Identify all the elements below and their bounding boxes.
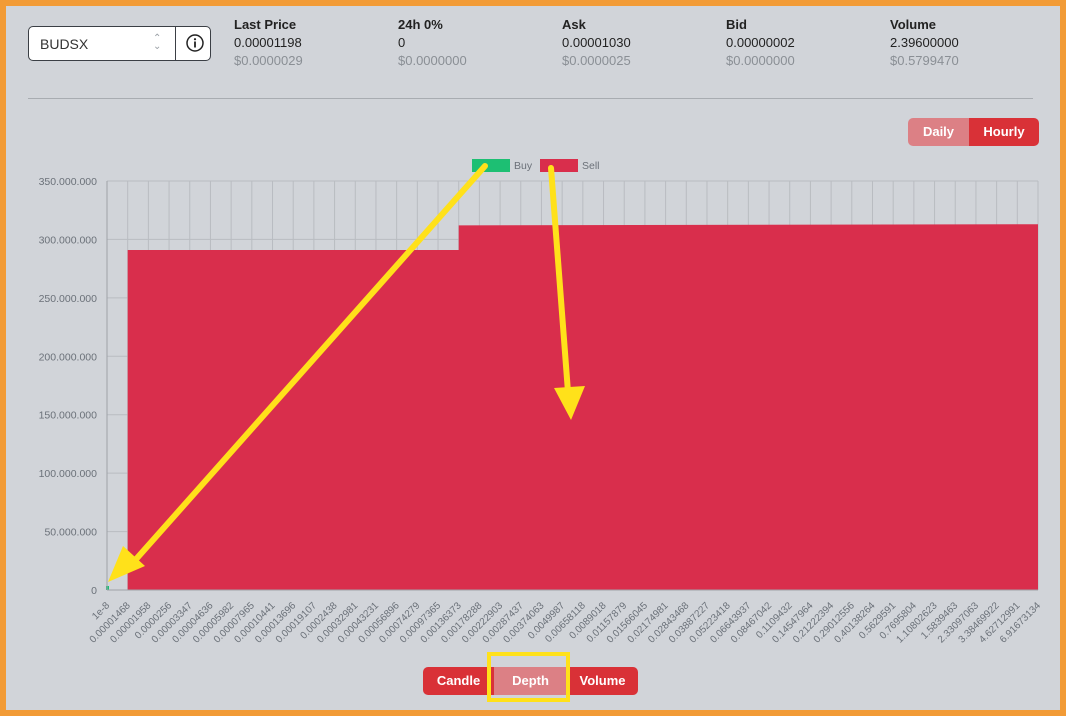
y-tick-label: 50.000.000 xyxy=(44,527,97,539)
y-tick-label: 350.000.000 xyxy=(39,176,98,188)
y-tick-label: 250.000.000 xyxy=(39,293,98,305)
annotation-highlight-box xyxy=(487,652,570,702)
y-tick-label: 0 xyxy=(91,585,97,597)
depth-chart: 350.000.000 300.000.000 250.000.000 200.000… xyxy=(39,159,1043,645)
candle-tab[interactable]: Candle xyxy=(423,667,494,695)
legend-label-buy: Buy xyxy=(514,160,533,172)
y-tick-label: 300.000.000 xyxy=(39,234,98,246)
y-tick-label: 150.000.000 xyxy=(39,410,98,422)
y-tick-label: 200.000.000 xyxy=(39,351,98,363)
legend-swatch-sell xyxy=(540,159,578,172)
legend-label-sell: Sell xyxy=(582,160,600,172)
volume-tab[interactable]: Volume xyxy=(567,667,638,695)
sell-depth-area xyxy=(127,224,1038,591)
y-tick-label: 100.000.000 xyxy=(39,468,98,480)
